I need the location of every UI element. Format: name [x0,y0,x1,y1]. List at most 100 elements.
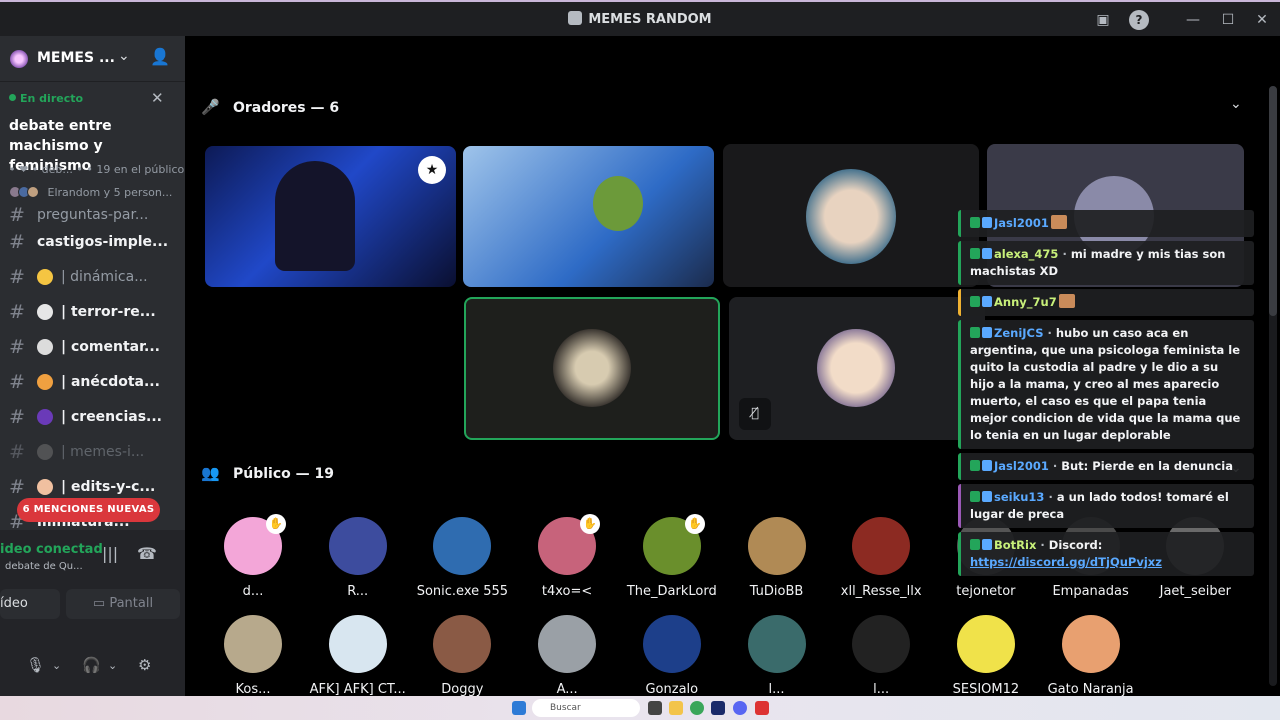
close-icon[interactable]: ✕ [151,89,164,107]
gear-icon[interactable]: ⚙ [138,656,151,674]
task-view-icon[interactable] [648,701,662,715]
channel-item[interactable]: # | anécdota... [0,364,185,399]
chevron-down-icon[interactable]: ⌄ [118,48,130,64]
speaker-tile[interactable]: 🎙̸ [729,297,985,440]
chat-separator: · [1058,247,1071,261]
photoshop-icon[interactable] [711,701,725,715]
inbox-icon[interactable]: ▣ [1093,10,1113,30]
audience-member[interactable]: Kos... [203,615,303,696]
audience-name: SESIOM12 [952,682,1020,696]
disconnect-icon[interactable]: ☎ [137,544,157,563]
speaker-tile[interactable] [723,144,979,287]
avatar [224,615,282,673]
speaker-avatar [817,329,895,407]
audience-member[interactable]: Gato Naranja [1041,615,1141,696]
cake-icon [37,478,53,495]
channel-item[interactable]: # castigos-imple... [0,224,185,259]
channel-label: | edits-y-c... [61,478,156,495]
audience-member[interactable]: Doggy [412,615,512,696]
audience-member[interactable]: ✋ d... [203,514,303,599]
camera-icon [37,443,53,460]
scrollbar-thumb[interactable] [1269,86,1277,316]
taskbar-search[interactable]: Buscar [532,699,640,717]
screen-share-icon: ▭ [92,596,110,611]
channel-label: | comentar... [61,338,160,355]
channel-item[interactable]: # | memes-i... [0,434,185,469]
avatar [852,615,911,673]
audience-name: tejonetor [956,584,1016,599]
new-mentions-pill[interactable]: 6 MENCIONES NUEVAS [17,498,160,522]
app-icon[interactable] [755,701,769,715]
speaker-tile[interactable] [464,297,720,440]
audience-member[interactable]: R... [308,517,408,599]
discord-icon[interactable] [733,701,747,715]
audience-member[interactable]: SESIOM12 [936,615,1036,696]
raised-hand-icon: ✋ [580,514,601,534]
speaker-tile[interactable]: ★ [205,146,456,287]
chrome-icon[interactable] [690,701,704,715]
voice-channel-name[interactable]: debate de Qu... [5,561,83,572]
start-icon[interactable] [512,701,526,715]
help-icon[interactable]: ? [1129,10,1149,30]
avatar: ✋ [642,514,705,575]
speaker-video [593,176,643,231]
channel-item[interactable]: # preguntas-par... [0,206,185,224]
channel-label: preguntas-par... [37,207,149,223]
audience-name: Doggy [441,682,484,696]
hash-icon: # [9,206,25,224]
channel-item[interactable]: # | comentar... [0,329,185,364]
speaker-avatar [806,169,896,264]
audience-member[interactable]: TuDioBB [727,517,827,599]
chat-link[interactable]: https://discord.gg/dTjQuPvjxz [970,555,1162,569]
channel-sidebar: MEMES ... ⌄ 👤 En directo ✕ debate entre … [0,36,185,696]
skull-icon [37,303,53,320]
verified-badge-icon [982,327,992,338]
channel-item[interactable]: # | dinámica... [0,259,185,294]
audience-member[interactable]: xll_Resse_llx [831,517,931,599]
maximize-button[interactable]: ☐ [1218,10,1238,30]
channel-label: | memes-i... [61,443,145,460]
chat-text: Discord: [1048,538,1103,552]
muted-mic-icon: 🎙̸ [739,398,771,430]
chevron-down-icon[interactable]: ⌄ [108,659,117,672]
audience-member[interactable]: AFK] AFK] CT... [308,615,408,696]
microphone-icon[interactable]: 🎙 [26,656,45,674]
audience-name: Jaet_seiber [1159,584,1231,599]
audience-member[interactable]: Gonzalo [622,615,722,696]
hash-icon: # [9,370,25,393]
invite-user-icon[interactable]: 👤 [150,47,170,66]
audience-member[interactable]: Sonic.exe 555 [412,517,512,599]
server-header[interactable]: MEMES ... ⌄ 👤 [0,36,185,82]
chat-separator: · [1043,326,1056,340]
channel-item[interactable]: # | creencias... [0,399,185,434]
platform-badge-icon [970,327,980,338]
app-icon [568,11,583,25]
file-explorer-icon[interactable] [669,701,683,715]
minimize-button[interactable]: — [1183,10,1203,30]
verified-badge-icon [982,491,992,502]
chat-username: Anny_7u7 [994,295,1057,309]
chevron-down-icon[interactable]: ⌄ [1230,96,1242,112]
audience-member[interactable]: ✋ The_DarkLord [622,514,722,599]
noise-suppression-icon[interactable]: ||| [102,544,118,563]
avatar [433,615,492,673]
speaker-tile[interactable] [463,146,714,287]
headphones-icon[interactable]: 🎧 [82,656,101,674]
hash-icon: # [9,440,25,463]
audience-member[interactable]: l... [727,615,827,696]
verified-badge-icon [982,296,992,307]
hash-icon: # [9,405,25,428]
flushed-icon [37,373,53,390]
purple-icon [37,408,53,425]
chevron-down-icon[interactable]: ⌄ [52,659,61,672]
channel-item[interactable]: # | terror-re... [0,294,185,329]
emote-icon [1058,294,1075,308]
sunglasses-icon [37,268,53,285]
video-button[interactable]: ídeo [0,589,60,619]
audience-member[interactable]: ✋ t4xo=< [517,514,617,599]
audience-member[interactable]: A... [517,615,617,696]
audience-member[interactable]: l... [831,615,931,696]
scrollbar[interactable] [1269,86,1277,686]
screen-share-button[interactable]: ▭ Pantall [66,589,180,619]
close-window-button[interactable]: ✕ [1252,10,1272,30]
